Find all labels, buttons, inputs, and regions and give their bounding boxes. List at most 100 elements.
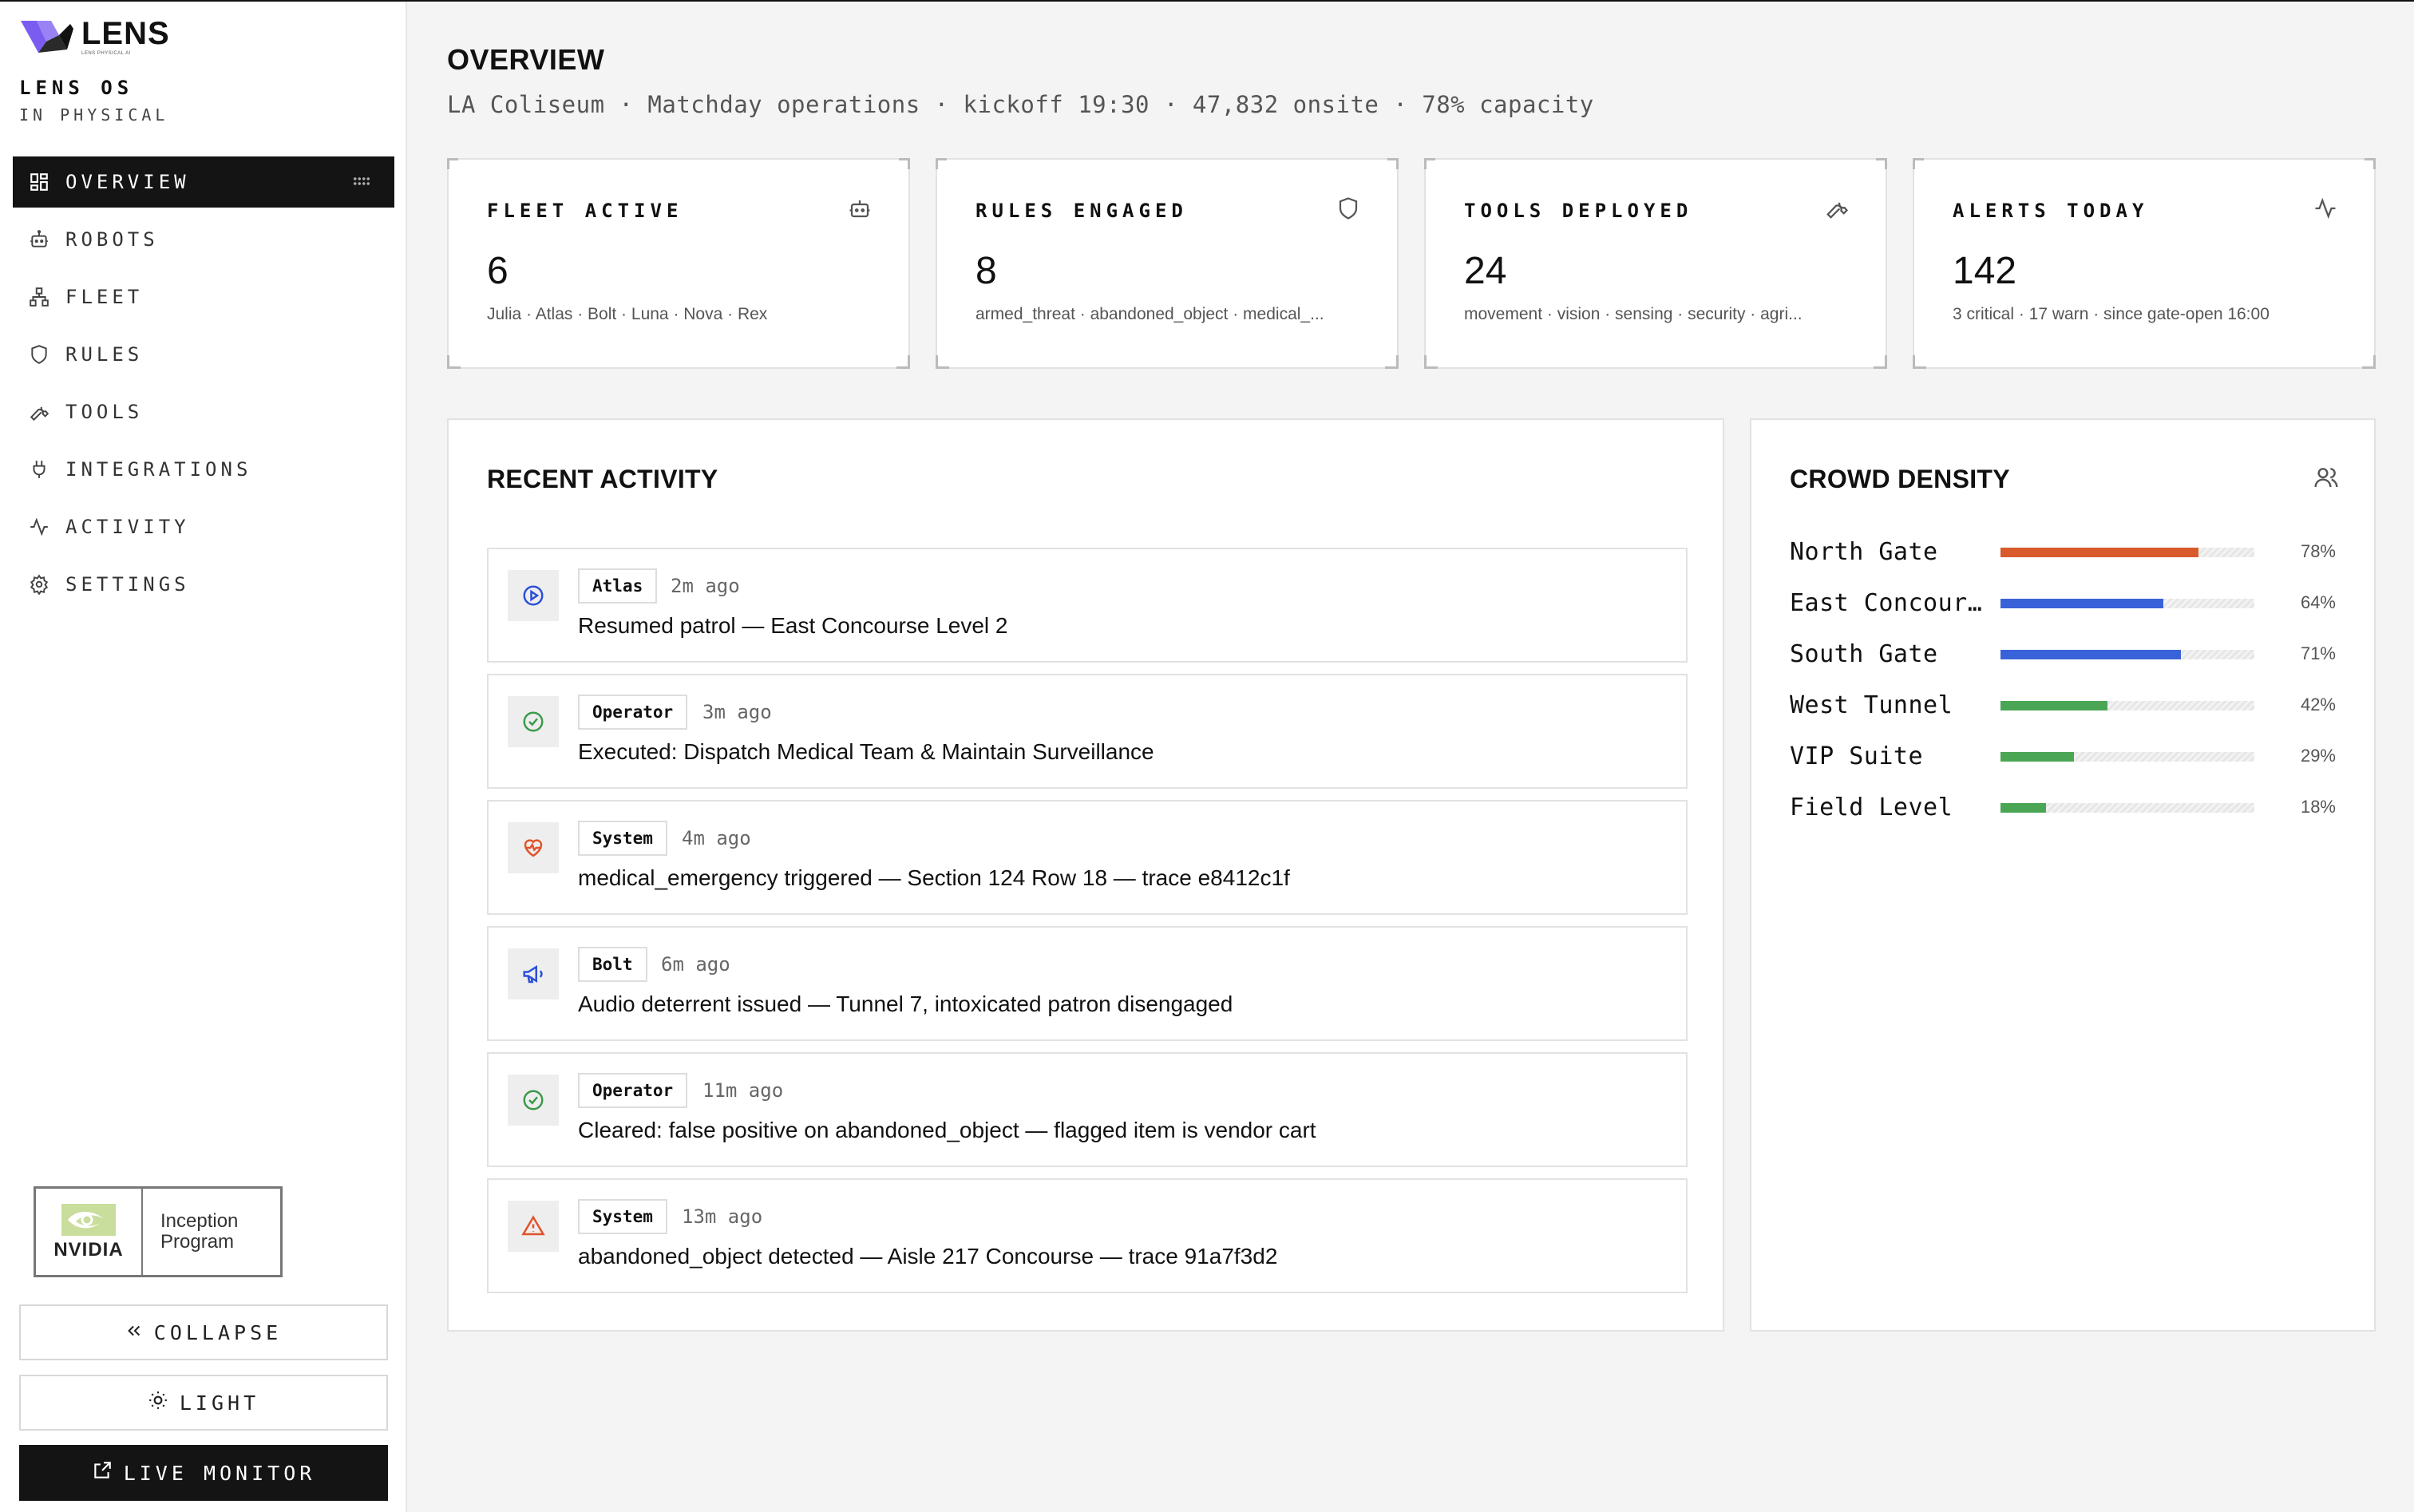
density-bar-fill [2000, 650, 2181, 659]
os-title: LENS OS [19, 77, 134, 99]
stat-label: RULES ENGAGED [975, 200, 1188, 222]
activity-text: Resumed patrol — East Concourse Level 2 [578, 613, 1008, 638]
shield-icon [27, 342, 51, 366]
sidebar-item-tools[interactable]: TOOLS [13, 386, 394, 437]
sun-icon [148, 1390, 168, 1415]
stat-card-rules-engaged[interactable]: RULES ENGAGED 8 armed_threat · abandoned… [936, 158, 1399, 369]
activity-time: 6m ago [661, 953, 730, 976]
brand-logo-text: LENS [81, 16, 170, 51]
collapse-button[interactable]: COLLAPSE [19, 1304, 388, 1360]
nvidia-inception-badge[interactable]: NVIDIA Inception Program [34, 1186, 283, 1277]
activity-icon [2313, 196, 2339, 222]
stat-value: 6 [487, 250, 509, 292]
check-circle-icon [508, 696, 559, 747]
density-bar-track [2000, 701, 2254, 710]
activity-actor-badge: System [578, 821, 667, 856]
stat-card-fleet-active[interactable]: FLEET ACTIVE 6 Julia · Atlas · Bolt · Lu… [447, 158, 910, 369]
stat-detail: movement · vision · sensing · security ·… [1464, 305, 1803, 323]
layout-grid-icon [27, 170, 51, 194]
os-subtitle: IN PHYSICAL [19, 105, 169, 125]
activity-text: medical_emergency triggered — Section 12… [578, 865, 1290, 890]
density-row-east-concourse: East Concourse 64% [1790, 588, 2336, 619]
nvidia-wordmark: NVIDIA [53, 1239, 124, 1261]
sidebar-item-label: SETTINGS [65, 573, 190, 596]
plug-icon [27, 457, 51, 481]
density-percent: 29% [2300, 746, 2336, 766]
stat-detail: armed_threat · abandoned_object · medica… [975, 305, 1324, 323]
stat-label: FLEET ACTIVE [487, 200, 683, 222]
live-monitor-button[interactable]: LIVE MONITOR [19, 1445, 388, 1501]
activity-item[interactable]: Bolt 6m ago Audio deterrent issued — Tun… [487, 926, 1688, 1041]
sidebar-item-overview[interactable]: OVERVIEW [13, 156, 394, 208]
density-zone-name: South Gate [1790, 640, 1938, 668]
page-subtitle: LA Coliseum · Matchday operations · kick… [447, 91, 1594, 118]
wrench-icon [1825, 196, 1850, 222]
activity-item[interactable]: Operator 11m ago Cleared: false positive… [487, 1052, 1688, 1167]
external-link-icon [92, 1460, 113, 1486]
activity-item[interactable]: System 4m ago medical_emergency triggere… [487, 800, 1688, 915]
density-percent: 42% [2300, 695, 2336, 714]
density-bar-fill [2000, 701, 2107, 710]
density-zone-name: East Concourse [1790, 589, 1989, 617]
sidebar-item-rules[interactable]: RULES [13, 329, 394, 380]
activity-time: 13m ago [682, 1205, 763, 1228]
inception-line1: Inception [160, 1210, 239, 1232]
activity-item[interactable]: Atlas 2m ago Resumed patrol — East Conco… [487, 548, 1688, 663]
live-monitor-label: LIVE MONITOR [123, 1461, 316, 1485]
warning-triangle-icon [508, 1201, 559, 1252]
robot-icon [27, 228, 51, 251]
activity-time: 4m ago [682, 827, 751, 849]
density-zone-name: Field Level [1790, 794, 1953, 821]
density-bar-track [2000, 650, 2254, 659]
drag-grip-icon[interactable] [353, 176, 370, 186]
wrench-icon [27, 400, 51, 424]
sidebar-item-activity[interactable]: ACTIVITY [13, 501, 394, 552]
network-icon [27, 285, 51, 309]
sidebar-item-settings[interactable]: SETTINGS [13, 559, 394, 610]
theme-toggle-button[interactable]: LIGHT [19, 1375, 388, 1431]
density-percent: 71% [2300, 643, 2336, 663]
activity-item[interactable]: System 13m ago abandoned_object detected… [487, 1178, 1688, 1293]
sidebar-item-robots[interactable]: ROBOTS [13, 214, 394, 265]
activity-text: Cleared: false positive on abandoned_obj… [578, 1118, 1316, 1142]
activity-icon [27, 515, 51, 539]
nvidia-eye-icon [61, 1204, 116, 1236]
sidebar-item-label: TOOLS [65, 401, 144, 423]
sidebar-item-label: ACTIVITY [65, 516, 190, 538]
shield-icon [1336, 196, 1362, 222]
activity-actor-badge: Operator [578, 695, 688, 730]
activity-text: abandoned_object detected — Aisle 217 Co… [578, 1244, 1278, 1269]
density-row-north-gate: North Gate 78% [1790, 536, 2336, 568]
brand-logo[interactable]: LENS LENS PHYSICAL AI [19, 18, 170, 56]
sidebar-item-label: FLEET [65, 286, 144, 308]
activity-actor-badge: System [578, 1199, 667, 1234]
users-icon [2313, 465, 2339, 494]
sidebar-item-label: ROBOTS [65, 228, 159, 251]
inception-line2: Program [160, 1231, 235, 1253]
stat-card-alerts-today[interactable]: ALERTS TODAY 142 3 critical · 17 warn · … [1913, 158, 2376, 369]
density-zone-name: VIP Suite [1790, 742, 1924, 770]
activity-actor-badge: Atlas [578, 568, 658, 604]
density-zone-name: North Gate [1790, 538, 1938, 566]
activity-time: 11m ago [702, 1079, 784, 1102]
check-circle-icon [508, 1075, 559, 1126]
play-circle-icon [508, 570, 559, 621]
density-row-vip-suite: VIP Suite 29% [1790, 741, 2336, 773]
density-percent: 64% [2300, 592, 2336, 612]
activity-text: Audio deterrent issued — Tunnel 7, intox… [578, 992, 1233, 1016]
activity-actor-badge: Operator [578, 1073, 688, 1108]
stat-label: TOOLS DEPLOYED [1464, 200, 1693, 222]
density-bar-fill [2000, 752, 2075, 762]
sidebar-item-integrations[interactable]: INTEGRATIONS [13, 444, 394, 495]
activity-time: 3m ago [702, 701, 772, 723]
density-bar-fill [2000, 548, 2199, 557]
activity-item[interactable]: Operator 3m ago Executed: Dispatch Medic… [487, 674, 1688, 789]
megaphone-icon [508, 948, 559, 999]
sidebar-item-fleet[interactable]: FLEET [13, 271, 394, 323]
density-row-south-gate: South Gate 71% [1790, 639, 2336, 671]
density-bar-track [2000, 548, 2254, 557]
stat-card-tools-deployed[interactable]: TOOLS DEPLOYED 24 movement · vision · se… [1424, 158, 1887, 369]
density-bar-track [2000, 803, 2254, 813]
main-content: OVERVIEW LA Coliseum · Matchday operatio… [409, 2, 2414, 1512]
heart-pulse-icon [508, 822, 559, 873]
